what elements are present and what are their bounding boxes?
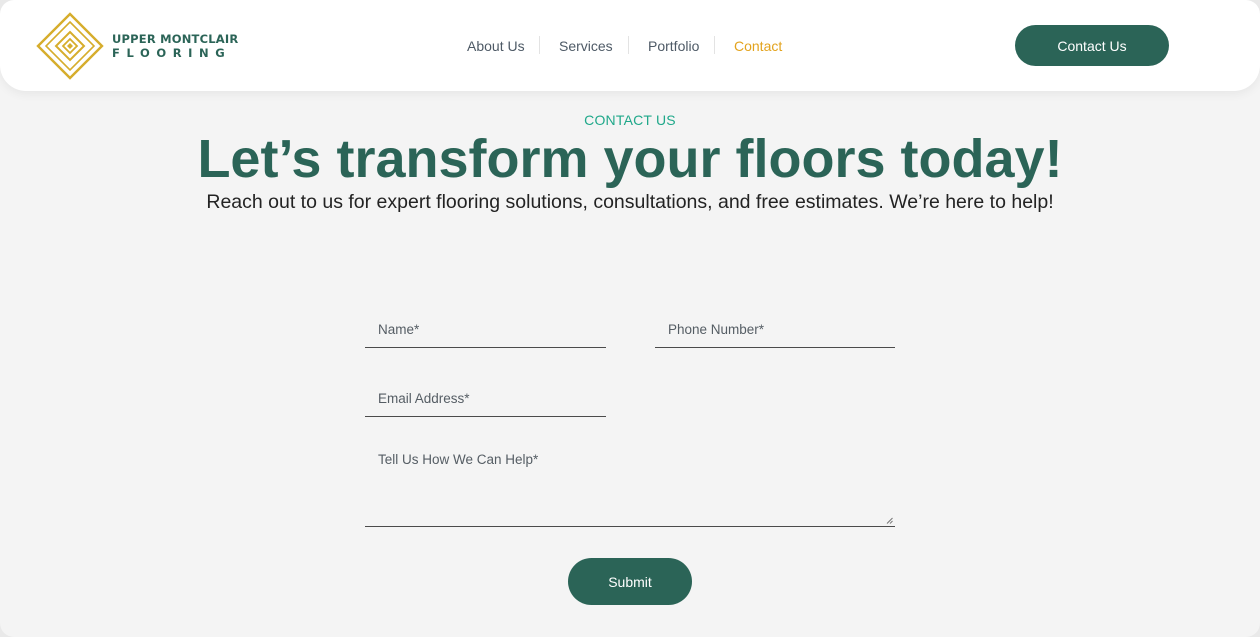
nav-item-contact[interactable]: Contact — [734, 38, 782, 54]
nav-divider — [539, 36, 540, 54]
site-header: UPPER MONTCLAIR FLOORING About Us Servic… — [0, 0, 1260, 91]
phone-field-wrapper — [655, 311, 895, 348]
nav-item-services[interactable]: Services — [559, 38, 613, 54]
page: UPPER MONTCLAIR FLOORING About Us Servic… — [0, 0, 1260, 637]
submit-button[interactable]: Submit — [568, 558, 692, 605]
nav-item-portfolio[interactable]: Portfolio — [648, 38, 699, 54]
contact-us-button[interactable]: Contact Us — [1015, 25, 1169, 66]
section-eyebrow: CONTACT US — [584, 112, 676, 128]
name-input[interactable] — [365, 311, 606, 347]
nav-divider — [714, 36, 715, 54]
phone-input[interactable] — [655, 311, 895, 347]
email-field-wrapper — [365, 380, 606, 417]
nav-item-about-us[interactable]: About Us — [467, 38, 525, 54]
message-textarea[interactable] — [365, 443, 895, 526]
name-field-wrapper — [365, 311, 606, 348]
email-input[interactable] — [365, 380, 606, 416]
page-subtitle: Reach out to us for expert flooring solu… — [206, 191, 1054, 213]
resize-handle-icon[interactable] — [886, 517, 893, 524]
page-title: Let’s transform your floors today! — [197, 129, 1063, 189]
nav-divider — [628, 36, 629, 54]
message-field-wrapper — [365, 443, 895, 527]
